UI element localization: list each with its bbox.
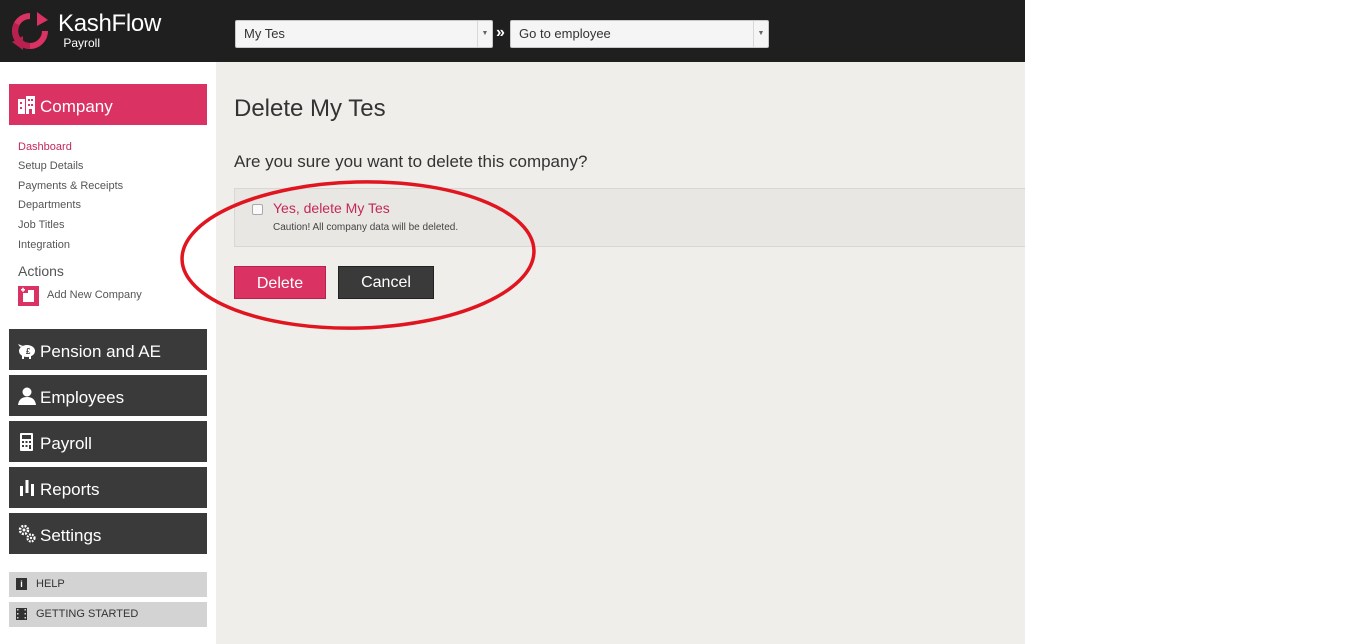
sidebar-subitem-payments-receipts[interactable]: Payments & Receipts [18,179,123,193]
film-icon [16,608,27,620]
dropdown-arrow-icon[interactable]: ▼ [753,21,768,47]
confirm-panel: Yes, delete My Tes Caution! All company … [234,188,1025,247]
sidebar-subitem-integration[interactable]: Integration [18,238,70,252]
company-select-value: My Tes [244,26,285,41]
info-icon: i [16,578,27,590]
page-title: Delete My Tes [234,95,386,122]
person-icon [18,387,36,405]
sidebar-item-label: Reports [40,480,100,499]
sidebar-item-payroll[interactable]: Payroll [9,421,207,462]
cancel-button[interactable]: Cancel [338,266,434,299]
employee-select[interactable]: Go to employee ▼ [510,20,769,48]
caution-text: Caution! All company data will be delete… [273,222,459,233]
piggy-bank-icon: £ [18,344,35,359]
brand-name: KashFlow [58,10,161,37]
actions-heading: Actions [18,263,64,279]
sidebar-item-label: Settings [40,526,102,545]
getting-started-label: GETTING STARTED [36,608,139,620]
add-building-icon[interactable] [18,286,39,306]
sidebar-item-pension[interactable]: £ Pension and AE [9,329,207,370]
add-new-company-link[interactable]: Add New Company [47,289,142,301]
app-window: KashFlow Payroll My Tes ▼ » Go to employ… [0,0,1025,644]
sidebar-item-settings[interactable]: Settings [9,513,207,554]
calculator-icon [20,433,33,451]
sidebar-item-label: Company [40,97,113,116]
sidebar-item-label: Employees [40,388,125,407]
confirmation-question: Are you sure you want to delete this com… [234,152,588,171]
confirm-delete-checkbox[interactable] [252,204,263,215]
confirm-delete-label[interactable]: Yes, delete My Tes [273,200,390,217]
sidebar-item-employees[interactable]: Employees [9,375,207,416]
sidebar-item-reports[interactable]: Reports [9,467,207,508]
dropdown-arrow-icon[interactable]: ▼ [477,21,492,47]
employee-select-value: Go to employee [519,26,611,41]
sidebar-subitem-job-titles[interactable]: Job Titles [18,218,64,232]
breadcrumb-separator: » [496,24,505,41]
sidebar-subitem-setup-details[interactable]: Setup Details [18,159,83,173]
help-link[interactable]: i HELP [9,572,207,597]
building-icon [18,96,35,114]
sidebar-subitem-dashboard[interactable]: Dashboard [18,140,72,154]
sidebar-item-company[interactable]: Company [9,84,207,125]
sidebar-subitem-departments[interactable]: Departments [18,198,81,212]
gears-icon [18,524,36,543]
svg-text:£: £ [26,347,31,356]
bar-chart-icon [20,480,34,496]
top-bar: KashFlow Payroll My Tes ▼ » Go to employ… [0,0,1025,62]
sidebar-item-label: Pension and AE [40,342,161,361]
delete-button[interactable]: Delete [234,266,326,299]
sidebar: Company Dashboard Setup Details Payments… [0,62,216,644]
company-select[interactable]: My Tes ▼ [235,20,493,48]
brand-subtitle: Payroll [63,36,100,50]
sidebar-item-label: Payroll [40,434,92,453]
getting-started-link[interactable]: GETTING STARTED [9,602,207,627]
help-label: HELP [36,578,65,590]
kashflow-logo-icon[interactable] [10,12,50,50]
